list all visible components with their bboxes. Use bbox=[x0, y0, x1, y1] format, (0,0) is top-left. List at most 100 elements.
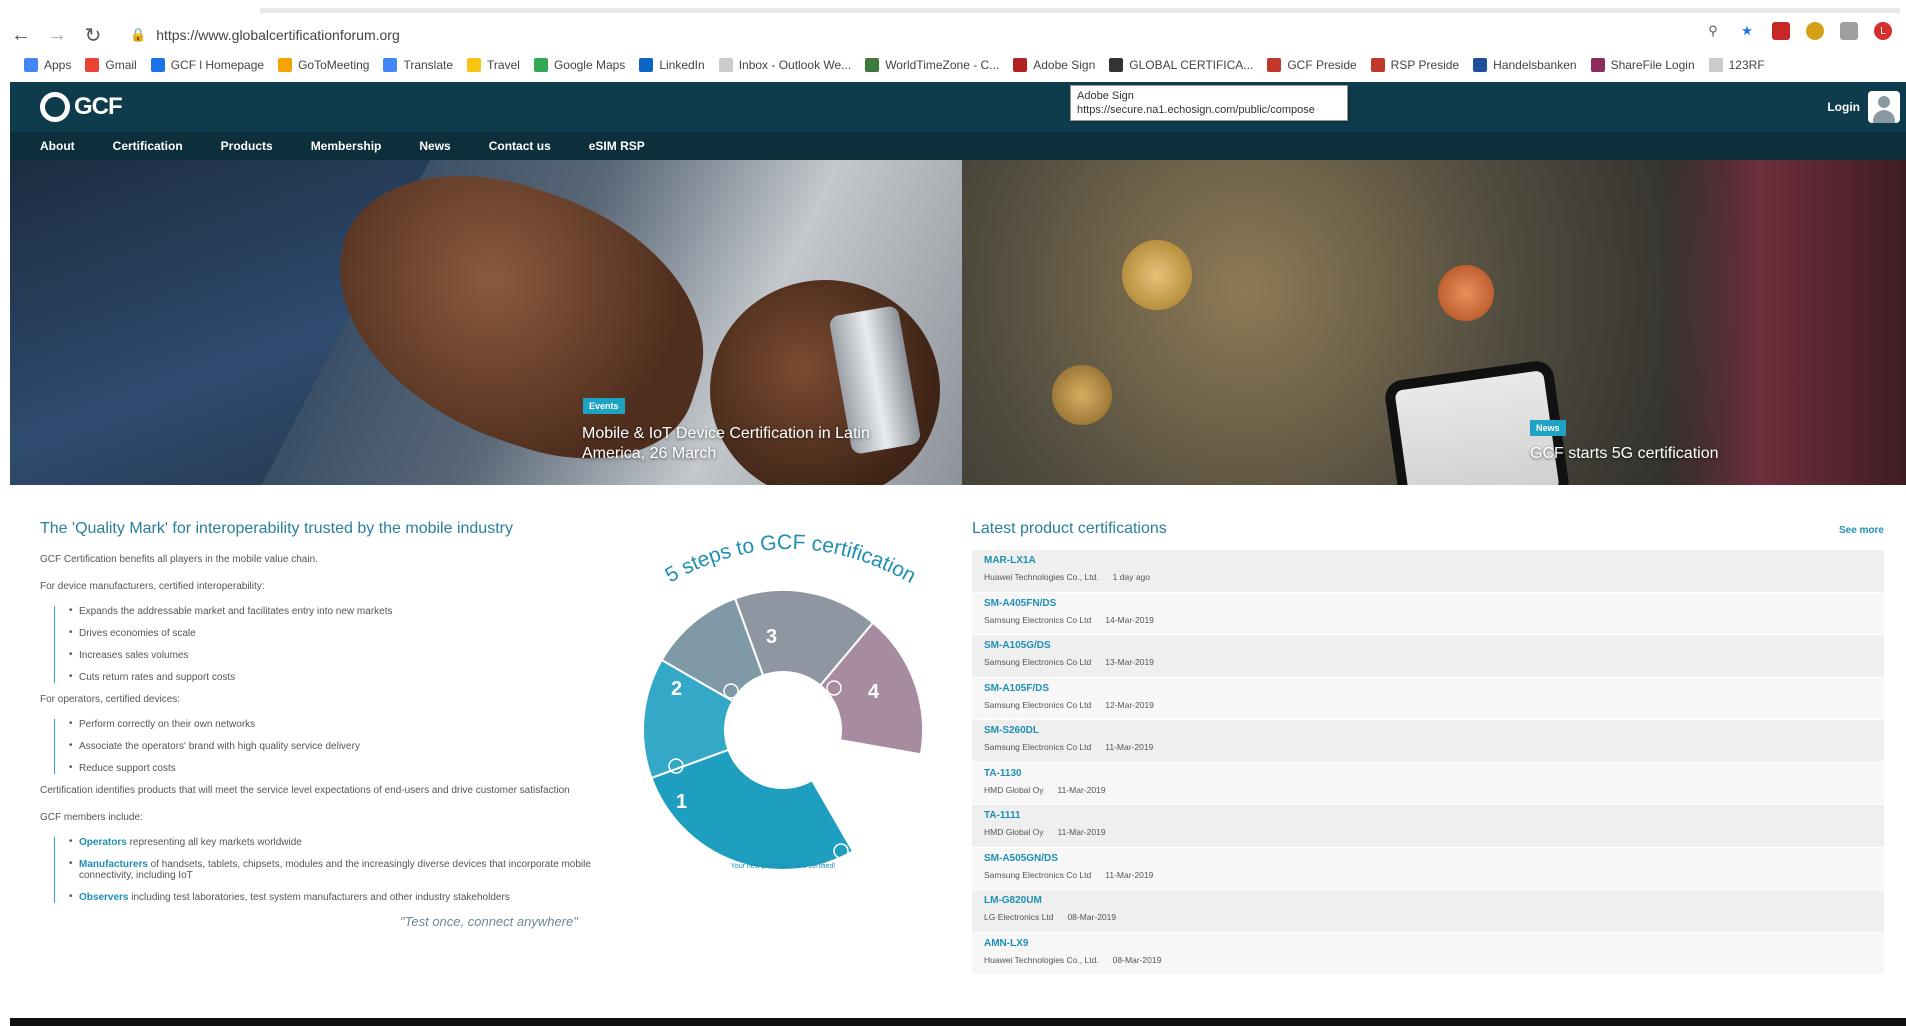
see-more-link[interactable]: See more bbox=[1839, 525, 1884, 536]
bookmark-item[interactable]: Apps bbox=[24, 58, 71, 72]
cert-model-link[interactable]: TA-1130 bbox=[984, 768, 1872, 779]
member-type-link[interactable]: Manufacturers bbox=[79, 859, 148, 870]
bookmark-item[interactable]: Adobe Sign bbox=[1013, 58, 1095, 72]
bookmark-item[interactable]: Travel bbox=[467, 58, 520, 72]
operator-benefits-list: Perform correctly on their own networks A… bbox=[54, 718, 640, 774]
cert-model-link[interactable]: SM-A105F/DS bbox=[984, 683, 1872, 694]
nav-item-certification[interactable]: Certification bbox=[113, 139, 183, 153]
back-icon[interactable]: ← bbox=[6, 20, 36, 50]
logo-ring-icon bbox=[40, 92, 70, 122]
bookmark-label: GCF Preside bbox=[1287, 58, 1357, 72]
bookmark-item[interactable]: 123RF bbox=[1708, 58, 1765, 72]
login-link[interactable]: Login bbox=[1827, 100, 1860, 114]
url-bar[interactable]: https://www.globalcertificationforum.org bbox=[156, 27, 400, 43]
cert-row[interactable]: LM-G820UM LG Electronics Ltd 08-Mar-2019 bbox=[972, 890, 1884, 933]
bookmark-favicon-icon bbox=[1370, 58, 1385, 72]
cert-model-link[interactable]: MAR-LX1A bbox=[984, 555, 1872, 566]
bookmark-item[interactable]: GLOBAL CERTIFICA... bbox=[1109, 58, 1253, 72]
bookmark-item[interactable]: Translate bbox=[383, 58, 453, 72]
bookmark-item[interactable]: Gmail bbox=[85, 58, 137, 72]
cert-meta: Huawei Technologies Co., Ltd. 1 day ago bbox=[984, 572, 1872, 582]
nav-item-news[interactable]: News bbox=[419, 139, 450, 153]
site-header: GCF Login bbox=[10, 82, 1906, 132]
cert-row[interactable]: SM-A105F/DS Samsung Electronics Co Ltd 12-… bbox=[972, 677, 1884, 720]
nav-item-membership[interactable]: Membership bbox=[311, 139, 382, 153]
hero-caption-events[interactable]: Mobile & IoT Device Certification in Lat… bbox=[582, 424, 882, 464]
cert-row[interactable]: SM-A105G/DS Samsung Electronics Co Ltd 13-… bbox=[972, 635, 1884, 678]
bookmark-item[interactable]: Handelsbanken bbox=[1473, 58, 1577, 72]
profile-icon[interactable]: L bbox=[1874, 22, 1892, 40]
cert-model-link[interactable]: SM-A105G/DS bbox=[984, 640, 1872, 651]
bookmark-label: Travel bbox=[487, 58, 520, 72]
bookmark-favicon-icon bbox=[718, 58, 733, 72]
nav-item-esim-rsp[interactable]: eSIM RSP bbox=[589, 139, 645, 153]
cert-row[interactable]: MAR-LX1A Huawei Technologies Co., Ltd. 1 d… bbox=[972, 550, 1884, 593]
cert-meta: HMD Global Oy 11-Mar-2019 bbox=[984, 827, 1872, 837]
cert-row[interactable]: SM-A405FN/DS Samsung Electronics Co Ltd 14… bbox=[972, 592, 1884, 635]
cert-row[interactable]: SM-S260DL Samsung Electronics Co Ltd 11-Ma… bbox=[972, 720, 1884, 763]
cert-row[interactable]: SM-A505GN/DS Samsung Electronics Co Ltd 11… bbox=[972, 847, 1884, 890]
bookmark-favicon-icon bbox=[1473, 58, 1488, 72]
bookmark-item[interactable]: GCF Preside bbox=[1267, 58, 1357, 72]
hero-news-banner[interactable]: News GCF starts 5G certification bbox=[962, 160, 1906, 485]
bookmark-tooltip: Adobe Sign https://secure.na1.echosign.c… bbox=[1070, 85, 1348, 121]
forward-icon[interactable]: → bbox=[42, 20, 72, 50]
hero-events-banner[interactable]: Events Mobile & IoT Device Certification… bbox=[10, 160, 962, 485]
bookmark-favicon-icon bbox=[1109, 58, 1124, 72]
bookmark-favicon-icon bbox=[383, 58, 398, 72]
bookmark-item[interactable]: GoToMeeting bbox=[278, 58, 369, 72]
nav-item-products[interactable]: Products bbox=[221, 139, 273, 153]
cert-model-link[interactable]: AMN-LX9 bbox=[984, 938, 1872, 949]
step-number: 4 bbox=[868, 681, 880, 703]
svg-text:5 steps to GCF certification: 5 steps to GCF certification bbox=[661, 531, 919, 585]
step-number: 3 bbox=[766, 626, 777, 648]
cert-row[interactable]: TA-1111 HMD Global Oy 11-Mar-2019 bbox=[972, 805, 1884, 848]
reload-icon[interactable]: ↻ bbox=[78, 20, 108, 50]
zoom-icon[interactable]: ⚲ bbox=[1704, 22, 1722, 40]
cert-model-link[interactable]: SM-S260DL bbox=[984, 725, 1872, 736]
cert-date: 11-Mar-2019 bbox=[1105, 869, 1154, 880]
cert-date: 12-Mar-2019 bbox=[1105, 699, 1154, 710]
bookmark-label: Handelsbanken bbox=[1493, 58, 1577, 72]
bookmark-favicon-icon bbox=[639, 58, 654, 72]
extension-grey-icon[interactable] bbox=[1840, 22, 1858, 40]
cert-date: 08-Mar-2019 bbox=[1112, 954, 1162, 965]
hero-caption-news[interactable]: GCF starts 5G certification bbox=[1530, 444, 1719, 464]
cert-row[interactable]: TA-1130 HMD Global Oy 11-Mar-2019 bbox=[972, 762, 1884, 805]
extension-red-icon[interactable] bbox=[1772, 22, 1790, 40]
hero-tag-news: News bbox=[1530, 420, 1566, 436]
member-item: Observers including test laboratories, t… bbox=[69, 891, 640, 903]
browser-chrome: ← → ↻ 🔒 https://www.globalcertificationf… bbox=[0, 0, 1906, 82]
extension-cookie-icon[interactable] bbox=[1806, 22, 1824, 40]
gcf-logo[interactable]: GCF bbox=[40, 92, 123, 122]
bookmark-item[interactable]: Google Maps bbox=[533, 58, 625, 72]
bookmark-label: Translate bbox=[403, 58, 454, 72]
cert-model-link[interactable]: LM-G820UM bbox=[984, 895, 1872, 906]
member-type-link[interactable]: Operators bbox=[79, 837, 127, 848]
taskbar bbox=[10, 1018, 1906, 1026]
cert-model-link[interactable]: SM-A405FN/DS bbox=[984, 598, 1872, 609]
bookmark-label: 123RF bbox=[1728, 58, 1765, 72]
bookmark-favicon-icon bbox=[1590, 58, 1605, 72]
cert-model-link[interactable]: TA-1111 bbox=[984, 810, 1872, 821]
bookmark-item[interactable]: RSP Preside bbox=[1370, 58, 1459, 72]
cert-meta: Samsung Electronics Co Ltd 12-Mar-2019 bbox=[984, 700, 1872, 710]
bookmark-item[interactable]: GCF l Homepage bbox=[150, 58, 264, 72]
bookmark-item[interactable]: ShareFile Login bbox=[1590, 58, 1695, 72]
tooltip-title: Adobe Sign bbox=[1077, 90, 1134, 102]
member-description: representing all key markets worldwide bbox=[126, 837, 302, 848]
members-list: Operators representing all key markets w… bbox=[54, 836, 640, 903]
cert-company: HMD Global Oy bbox=[984, 827, 1044, 837]
bookmark-item[interactable]: LinkedIn bbox=[639, 58, 705, 72]
bookmark-item[interactable]: Inbox - Outlook We... bbox=[718, 58, 851, 72]
cert-row[interactable]: AMN-LX9 Huawei Technologies Co., Ltd. 08-M… bbox=[972, 932, 1884, 975]
member-type-link[interactable]: Observers bbox=[79, 892, 128, 903]
nav-item-about[interactable]: About bbox=[40, 139, 75, 153]
bookmark-item[interactable]: WorldTimeZone - C... bbox=[865, 58, 999, 72]
bookmark-favicon-icon bbox=[865, 58, 880, 72]
cert-date: 11-Mar-2019 bbox=[1057, 827, 1106, 837]
bookmark-star-icon[interactable]: ★ bbox=[1738, 22, 1756, 40]
cert-model-link[interactable]: SM-A505GN/DS bbox=[984, 853, 1872, 864]
user-avatar-icon[interactable] bbox=[1868, 91, 1900, 123]
nav-item-contact-us[interactable]: Contact us bbox=[489, 139, 551, 153]
